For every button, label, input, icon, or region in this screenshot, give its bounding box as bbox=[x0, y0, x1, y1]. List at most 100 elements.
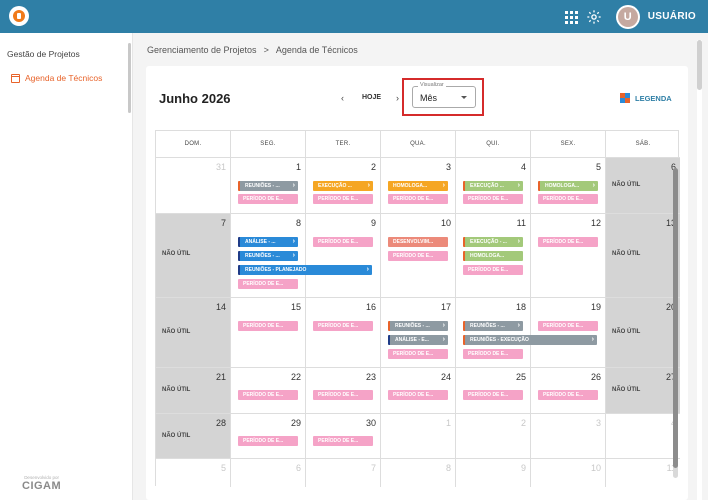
day-cell[interactable]: 31 bbox=[156, 158, 231, 214]
day-cell[interactable]: 20 NÃO ÚTIL bbox=[606, 298, 680, 368]
sidebar-scrollbar[interactable] bbox=[128, 43, 131, 113]
day-cell[interactable]: 24 PERÍODO DE E... bbox=[381, 368, 456, 414]
day-cell[interactable]: 3 bbox=[531, 414, 606, 459]
event-chip[interactable]: PERÍODO DE E... bbox=[538, 237, 598, 247]
day-cell[interactable]: 12 PERÍODO DE E... bbox=[531, 214, 606, 298]
event-chip[interactable]: PERÍODO DE E... bbox=[463, 390, 523, 400]
day-cell[interactable]: 2 EXECUÇÃO ... PERÍODO DE E... bbox=[306, 158, 381, 214]
event-chip[interactable]: EXECUÇÃO ... bbox=[313, 181, 373, 191]
day-cell[interactable]: 5 HOMOLOGA... PERÍODO DE E... bbox=[531, 158, 606, 214]
day-cell[interactable]: 28 NÃO ÚTIL bbox=[156, 414, 231, 459]
event-chip[interactable]: PERÍODO DE E... bbox=[463, 349, 523, 359]
event-chip[interactable]: REUNIÕES - ... bbox=[463, 321, 523, 331]
day-cell[interactable]: 4 EXECUÇÃO ... PERÍODO DE E... bbox=[456, 158, 531, 214]
next-month-button[interactable]: › bbox=[396, 93, 399, 103]
day-cell[interactable]: 16 PERÍODO DE E... bbox=[306, 298, 381, 368]
day-cell[interactable]: 14 NÃO ÚTIL bbox=[156, 298, 231, 368]
day-cell[interactable]: 22 PERÍODO DE E... bbox=[231, 368, 306, 414]
event-chip[interactable]: PERÍODO DE E... bbox=[313, 436, 373, 446]
day-cell[interactable]: 30 PERÍODO DE E... bbox=[306, 414, 381, 459]
event-chip[interactable]: PERÍODO DE E... bbox=[238, 279, 298, 289]
event-chip[interactable]: EXECUÇÃO ... bbox=[463, 181, 523, 191]
event-chip[interactable]: PERÍODO DE E... bbox=[238, 390, 298, 400]
gear-icon[interactable] bbox=[586, 9, 602, 25]
day-cell[interactable]: 4 bbox=[606, 414, 680, 459]
event-chip[interactable]: REUNIÕES - EXECUÇÃO bbox=[463, 335, 597, 345]
event-chip[interactable]: PERÍODO DE E... bbox=[313, 237, 373, 247]
day-cell[interactable]: 9 PERÍODO DE E... bbox=[306, 214, 381, 298]
event-chip[interactable]: REUNIÕES - ... bbox=[388, 321, 448, 331]
day-cell[interactable]: 8 ANÁLISE - ... REUNIÕES - ... REUNIÕES … bbox=[231, 214, 372, 298]
event-chip[interactable]: PERÍODO DE E... bbox=[238, 321, 298, 331]
today-button[interactable]: HOJE bbox=[362, 94, 381, 101]
event-chip[interactable]: REUNIÕES - ... bbox=[238, 181, 298, 191]
day-cell[interactable]: 21 NÃO ÚTIL bbox=[156, 368, 231, 414]
event-chip[interactable]: ANÁLISE - E... bbox=[388, 335, 448, 345]
day-cell[interactable]: 10 DESENVOLVIM... PERÍODO DE E... bbox=[381, 214, 456, 298]
event-chip[interactable]: ANÁLISE - ... bbox=[238, 237, 298, 247]
event-chip[interactable]: PERÍODO DE E... bbox=[538, 194, 598, 204]
event-chip[interactable]: PERÍODO DE E... bbox=[388, 251, 448, 261]
event-chip[interactable]: HOMOLOGA... bbox=[463, 251, 523, 261]
day-cell[interactable]: 29 PERÍODO DE E... bbox=[231, 414, 306, 459]
prev-month-button[interactable]: ‹ bbox=[341, 93, 344, 103]
sidebar-item-agenda[interactable]: Agenda de Técnicos bbox=[11, 73, 102, 83]
event-chip[interactable]: HOMOLOGA... bbox=[388, 181, 448, 191]
day-number: 7 bbox=[370, 463, 376, 473]
event-chip[interactable]: PERÍODO DE E... bbox=[313, 321, 373, 331]
event-chip[interactable]: HOMOLOGA... bbox=[538, 181, 598, 191]
event-chip[interactable]: PERÍODO DE E... bbox=[538, 321, 598, 331]
event-chip[interactable]: PERÍODO DE E... bbox=[238, 436, 298, 446]
day-cell[interactable]: 19 PERÍODO DE E... bbox=[531, 298, 606, 368]
day-cell[interactable]: 17 REUNIÕES - ... ANÁLISE - E... PERÍODO… bbox=[381, 298, 456, 368]
day-number: 23 bbox=[365, 372, 376, 382]
day-cell[interactable]: 6 bbox=[231, 459, 306, 487]
day-cell[interactable]: 9 bbox=[456, 459, 531, 487]
day-cell[interactable]: 6 NÃO ÚTIL bbox=[606, 158, 680, 214]
day-cell[interactable]: 3 HOMOLOGA... PERÍODO DE E... bbox=[381, 158, 456, 214]
page-scrollbar[interactable] bbox=[697, 40, 702, 500]
day-number: 7 bbox=[220, 218, 226, 228]
event-chip[interactable]: REUNIÕES - ... bbox=[238, 251, 298, 261]
event-chip[interactable]: PERÍODO DE E... bbox=[238, 194, 298, 204]
day-cell[interactable]: 23 PERÍODO DE E... bbox=[306, 368, 381, 414]
legend-button[interactable]: LEGENDA bbox=[620, 93, 672, 103]
event-chip[interactable]: PERÍODO DE E... bbox=[388, 194, 448, 204]
view-select-value: Mês bbox=[420, 93, 438, 103]
day-cell[interactable]: 5 bbox=[156, 459, 231, 487]
event-chip[interactable]: PERÍODO DE E... bbox=[388, 390, 448, 400]
event-chip[interactable]: PERÍODO DE E... bbox=[313, 194, 373, 204]
day-cell[interactable]: 11 EXECUÇÃO - ... HOMOLOGA... PERÍODO DE… bbox=[456, 214, 531, 298]
event-chip[interactable]: EXECUÇÃO - ... bbox=[463, 237, 523, 247]
event-chip[interactable]: PERÍODO DE E... bbox=[313, 390, 373, 400]
event-chip[interactable]: PERÍODO DE E... bbox=[463, 194, 523, 204]
apps-grid-icon[interactable] bbox=[564, 10, 578, 24]
day-cell[interactable]: 11 bbox=[606, 459, 680, 487]
day-cell[interactable]: 25 PERÍODO DE E... bbox=[456, 368, 531, 414]
user-name[interactable]: USUÁRIO bbox=[648, 11, 696, 22]
day-cell[interactable]: 18 REUNIÕES - ... REUNIÕES - EXECUÇÃO PE… bbox=[456, 298, 597, 368]
day-cell[interactable]: 1 bbox=[381, 414, 456, 459]
view-select[interactable]: Visualizar Mês bbox=[412, 82, 476, 108]
day-cell[interactable]: 15 PERÍODO DE E... bbox=[231, 298, 306, 368]
event-chip[interactable]: PERÍODO DE E... bbox=[463, 265, 523, 275]
app-logo[interactable] bbox=[9, 6, 29, 26]
day-cell[interactable]: 13 NÃO ÚTIL bbox=[606, 214, 680, 298]
event-chip[interactable]: PERÍODO DE E... bbox=[538, 390, 598, 400]
calendar-scrollbar[interactable] bbox=[673, 168, 678, 478]
day-cell[interactable]: 7 NÃO ÚTIL bbox=[156, 214, 231, 298]
event-chip[interactable]: PERÍODO DE E... bbox=[388, 349, 448, 359]
day-cell[interactable]: 27 NÃO ÚTIL bbox=[606, 368, 680, 414]
avatar-initial: U bbox=[617, 6, 638, 27]
day-cell[interactable]: 10 bbox=[531, 459, 606, 487]
event-chip[interactable]: REUNIÕES - PLANEJADO bbox=[238, 265, 372, 275]
breadcrumb-root[interactable]: Gerenciamento de Projetos bbox=[147, 45, 257, 55]
day-cell[interactable]: 26 PERÍODO DE E... bbox=[531, 368, 606, 414]
event-chip[interactable]: DESENVOLVIM... bbox=[388, 237, 448, 247]
sidebar-section-title[interactable]: Gestão de Projetos bbox=[7, 49, 80, 59]
day-cell[interactable]: 2 bbox=[456, 414, 531, 459]
day-cell[interactable]: 8 bbox=[381, 459, 456, 487]
avatar[interactable]: U bbox=[615, 4, 640, 29]
day-cell[interactable]: 1 REUNIÕES - ... PERÍODO DE E... bbox=[231, 158, 306, 214]
day-cell[interactable]: 7 bbox=[306, 459, 381, 487]
